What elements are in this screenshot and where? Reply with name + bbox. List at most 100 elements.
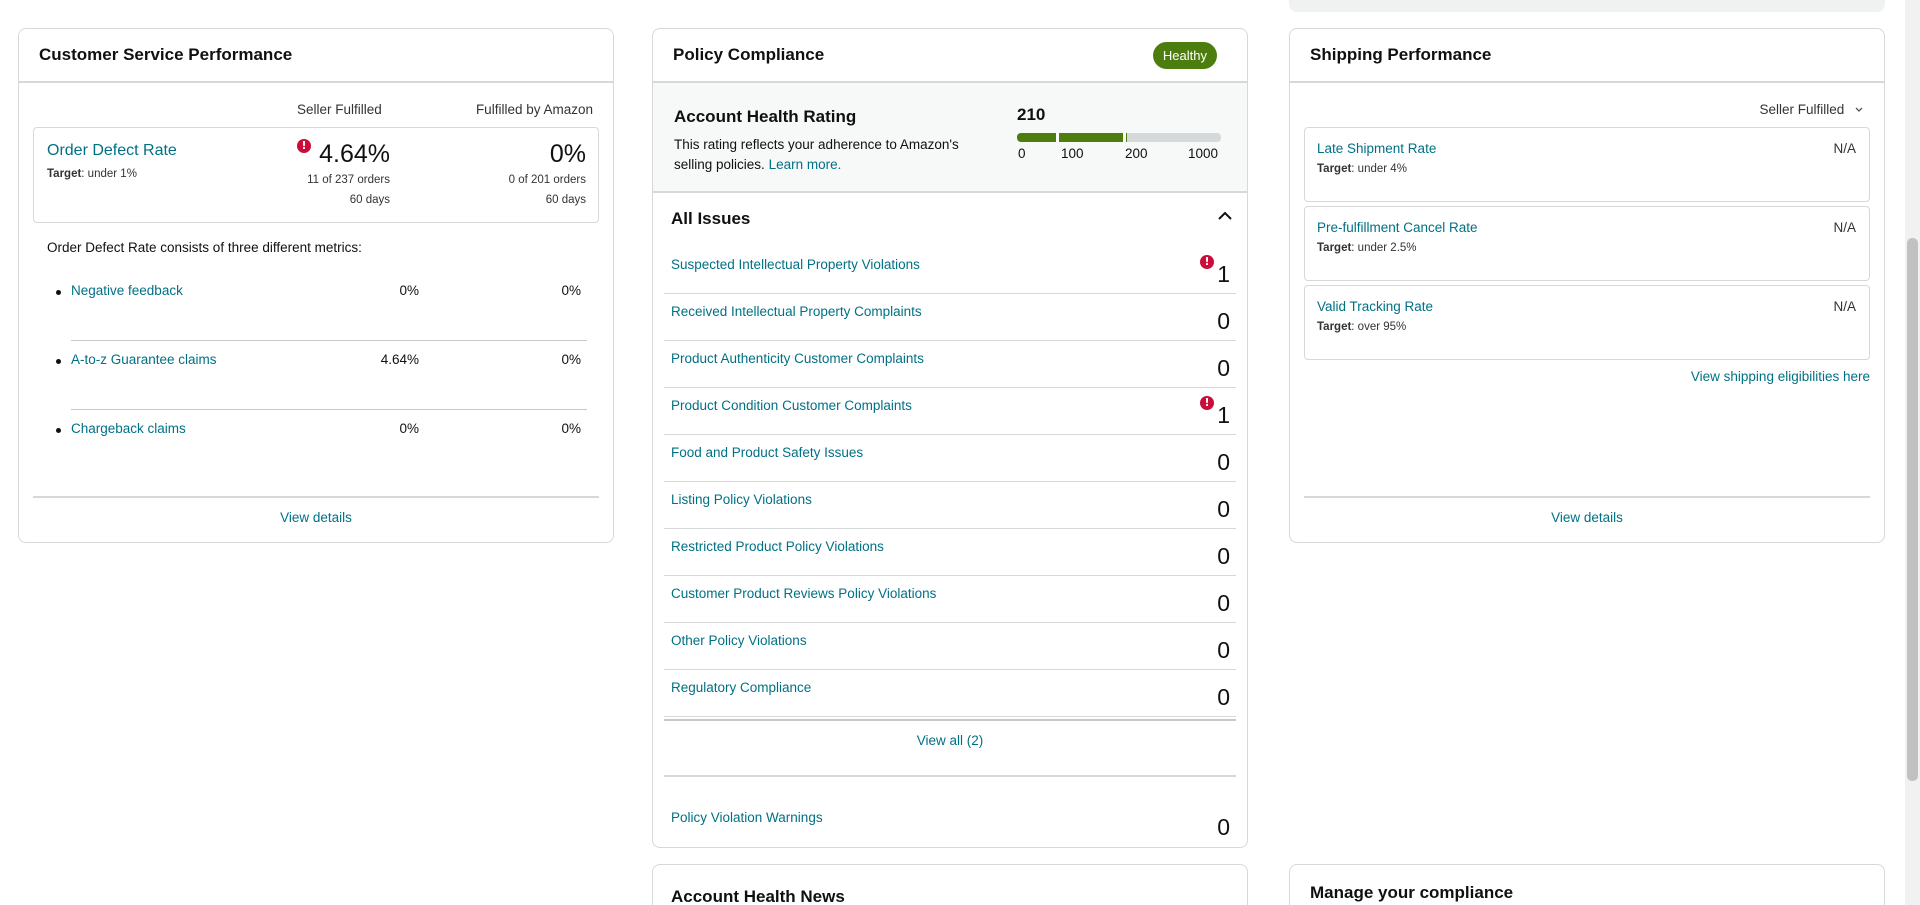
ahr-tick	[1056, 133, 1059, 142]
learn-more-link[interactable]: Learn more.	[769, 157, 842, 172]
ship-target-value: : under 4%	[1351, 163, 1407, 175]
ahr-progress-bar	[1017, 133, 1221, 142]
dropdown-label: Seller Fulfilled	[1759, 102, 1845, 117]
odr-target-label: Target	[47, 168, 82, 180]
bullet	[56, 428, 61, 433]
column-seller-fulfilled: Seller Fulfilled	[297, 102, 382, 117]
valid-tracking-rate-box: Valid Tracking Rate Target: over 95% N/A	[1304, 285, 1870, 360]
issue-row: Received Intellectual Property Complaint…	[664, 294, 1236, 341]
issue-row: Other Policy Violations 0	[664, 623, 1236, 670]
account-health-rating-panel: Account Health Rating This rating reflec…	[653, 83, 1247, 193]
ship-target-value: : over 95%	[1351, 321, 1407, 333]
view-all-section: View all (2)	[664, 719, 1236, 777]
a-to-z-claims-link[interactable]: A-to-z Guarantee claims	[71, 352, 217, 367]
manage-title: Manage your compliance	[1310, 883, 1514, 902]
issue-row: Suspected Intellectual Property Violatio…	[664, 247, 1236, 294]
bullet	[56, 290, 61, 295]
csp-footer: View details	[33, 496, 599, 542]
status-badge: Healthy	[1152, 41, 1217, 69]
sp-title: Shipping Performance	[1310, 45, 1492, 64]
pc-header: Policy Compliance Healthy	[653, 29, 1247, 83]
policy-violation-warnings-row: Policy Violation Warnings 0	[664, 801, 1236, 845]
metric-fba-value: 0%	[561, 283, 581, 298]
late-shipment-rate-box: Late Shipment Rate Target: under 4% N/A	[1304, 127, 1870, 202]
ahr-tick	[1123, 133, 1126, 142]
issue-count: 0	[1217, 496, 1230, 522]
issue-link[interactable]: Product Authenticity Customer Complaints	[671, 351, 924, 366]
issue-count: 0	[1217, 355, 1230, 381]
issue-link[interactable]: Regulatory Compliance	[671, 680, 811, 695]
odr-target-value: : under 1%	[81, 168, 137, 180]
issue-count: 0	[1217, 308, 1230, 334]
ship-metric-value: N/A	[1833, 299, 1856, 314]
column-fulfilled-by-amazon: Fulfilled by Amazon	[475, 102, 593, 117]
issue-row: Product Condition Customer Complaints! 1	[664, 388, 1236, 435]
ship-target: Target: under 4%	[1317, 163, 1407, 175]
valid-tracking-rate-link[interactable]: Valid Tracking Rate	[1317, 299, 1433, 314]
issue-row: Restricted Product Policy Violations 0	[664, 529, 1236, 576]
issue-link[interactable]: Food and Product Safety Issues	[671, 445, 863, 460]
issue-count: 0	[1217, 637, 1230, 663]
order-defect-rate-box: Order Defect Rate Target: under 1% ! 4.6…	[33, 127, 599, 223]
metric-seller-value: 0%	[399, 283, 419, 298]
negative-feedback-link[interactable]: Negative feedback	[71, 283, 183, 298]
csp-header: Customer Service Performance	[19, 29, 613, 83]
bullet	[56, 359, 61, 364]
metric-seller-value: 0%	[399, 421, 419, 436]
issue-count: 0	[1217, 449, 1230, 475]
pc-title: Policy Compliance	[673, 45, 825, 64]
chevron-down-icon	[1855, 107, 1863, 112]
odr-target: Target: under 1%	[47, 168, 137, 180]
ahr-progress-fill	[1017, 133, 1128, 142]
customer-service-performance-card: Customer Service Performance Seller Fulf…	[18, 28, 614, 543]
issue-link[interactable]: Other Policy Violations	[671, 633, 807, 648]
metric-row: Chargeback claims 0% 0%	[47, 410, 593, 479]
issue-count: 1	[1217, 261, 1230, 287]
issue-row: Product Authenticity Customer Complaints…	[664, 341, 1236, 388]
late-shipment-rate-link[interactable]: Late Shipment Rate	[1317, 141, 1436, 156]
order-defect-rate-link[interactable]: Order Defect Rate	[47, 142, 177, 160]
warnings-count: 0	[1217, 814, 1230, 840]
ship-target-label: Target	[1317, 163, 1352, 175]
exclamation-circle-icon: !	[1200, 255, 1214, 269]
odr-fba-days: 60 days	[545, 194, 586, 206]
fulfillment-dropdown[interactable]: Seller Fulfilled	[1759, 102, 1864, 117]
odr-seller-value: 4.64%	[319, 140, 390, 168]
issue-link[interactable]: Product Condition Customer Complaints	[671, 398, 912, 413]
sp-header: Shipping Performance	[1290, 29, 1884, 83]
chargeback-claims-link[interactable]: Chargeback claims	[71, 421, 186, 436]
ship-target: Target: over 95%	[1317, 321, 1406, 333]
csp-title: Customer Service Performance	[39, 45, 293, 64]
ahr-scale-0: 0	[1018, 146, 1026, 161]
ship-metric-value: N/A	[1833, 141, 1856, 156]
chevron-up-icon[interactable]	[1218, 209, 1232, 223]
ahr-score: 210	[1017, 105, 1046, 124]
metric-fba-value: 0%	[561, 421, 581, 436]
ship-metric-value: N/A	[1833, 220, 1856, 235]
issue-link[interactable]: Suspected Intellectual Property Violatio…	[671, 257, 920, 272]
policy-violation-warnings-link[interactable]: Policy Violation Warnings	[671, 810, 823, 825]
metric-fba-value: 0%	[561, 352, 581, 367]
sp-view-details-link[interactable]: View details	[1551, 510, 1623, 525]
csp-view-details-link[interactable]: View details	[280, 510, 352, 525]
scrollbar-track[interactable]	[1905, 0, 1920, 905]
ahr-scale-200: 200	[1125, 146, 1148, 161]
scrollbar-thumb[interactable]	[1907, 238, 1918, 781]
sp-footer: View details	[1304, 496, 1870, 542]
issue-row: Regulatory Compliance 0	[664, 670, 1236, 717]
issue-link[interactable]: Customer Product Reviews Policy Violatio…	[671, 586, 936, 601]
news-title: Account Health News	[671, 887, 845, 905]
metric-seller-value: 4.64%	[380, 352, 419, 367]
shipping-eligibilities-link[interactable]: View shipping eligibilities here	[1691, 369, 1870, 384]
pre-fulfillment-cancel-rate-link[interactable]: Pre-fulfillment Cancel Rate	[1317, 220, 1478, 235]
issue-link[interactable]: Restricted Product Policy Violations	[671, 539, 884, 554]
issue-link[interactable]: Received Intellectual Property Complaint…	[671, 304, 922, 319]
ahr-scale-1000: 1000	[1188, 146, 1219, 161]
issue-row: Food and Product Safety Issues 0	[664, 435, 1236, 482]
exclamation-circle-icon: !	[297, 139, 311, 153]
ahr-description: This rating reflects your adherence to A…	[674, 135, 994, 175]
view-all-issues-link[interactable]: View all (2)	[917, 733, 984, 748]
issue-count: 1	[1217, 402, 1230, 428]
issue-link[interactable]: Listing Policy Violations	[671, 492, 812, 507]
metric-row: A-to-z Guarantee claims 4.64% 0%	[47, 341, 593, 410]
